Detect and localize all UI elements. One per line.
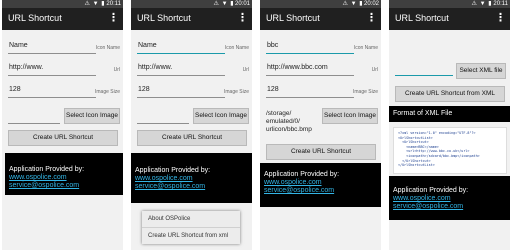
- xml-path-field[interactable]: [395, 62, 453, 76]
- xml-format-title: Format of XML File: [389, 106, 510, 122]
- status-icons: ⚠ ▼ ▮: [342, 1, 363, 7]
- icon-name-hint: Icon Name: [224, 45, 249, 51]
- status-time: 20:01: [234, 1, 250, 7]
- icon-name-hint: Icon Name: [95, 45, 120, 51]
- icon-path-field[interactable]: [137, 110, 189, 124]
- credits-label: Application Provided by:: [135, 167, 211, 174]
- action-bar: URL Shortcut ⋮: [2, 8, 123, 30]
- screen-4: ⚠ ▼ ▮ 20:11 URL Shortcut ⋮ Select XML fi…: [389, 0, 510, 250]
- url-field[interactable]: http://www.: [8, 62, 96, 76]
- select-icon-image-button[interactable]: Select Icon Image: [322, 108, 378, 124]
- app-title: URL Shortcut: [395, 13, 449, 23]
- icon-path-field[interactable]: [8, 110, 60, 124]
- url-hint: Url: [242, 67, 249, 73]
- overflow-menu-icon[interactable]: ⋮: [237, 11, 248, 24]
- icon-name-field[interactable]: Name: [137, 40, 225, 54]
- credits-box: Application Provided by: www.ospolice.co…: [131, 153, 252, 203]
- create-url-shortcut-button[interactable]: Create URL Shortcut: [137, 130, 247, 146]
- status-time: 20:11: [493, 1, 508, 7]
- url-hint: Url: [371, 67, 378, 73]
- overflow-menu-icon[interactable]: ⋮: [495, 11, 506, 24]
- status-time: 20:02: [363, 1, 379, 7]
- url-field[interactable]: http://www.bbc.com: [266, 62, 354, 76]
- credits-box: Application Provided by: www.ospolice.co…: [5, 153, 123, 195]
- action-bar: URL Shortcut ⋮: [131, 8, 252, 30]
- image-size-hint: Image Size: [223, 89, 249, 95]
- icon-name-hint: Icon Name: [353, 45, 378, 51]
- email-link[interactable]: service@ospolice.com: [393, 203, 510, 211]
- action-bar: URL Shortcut ⋮: [389, 8, 510, 30]
- app-title: URL Shortcut: [266, 13, 320, 23]
- credits-label: Application Provided by:: [393, 187, 469, 194]
- menu-item-about[interactable]: About OSPolice: [142, 211, 240, 228]
- url-hint: Url: [113, 67, 120, 73]
- select-xml-file-button[interactable]: Select XML file: [456, 63, 506, 79]
- status-icons: ⚠ ▼ ▮: [471, 1, 492, 7]
- email-link[interactable]: service@ospolice.com: [135, 183, 252, 191]
- screen-2: ⚠ ▼ ▮ 20:01 URL Shortcut ⋮ Name Icon Nam…: [131, 0, 252, 250]
- website-link[interactable]: www.ospolice.com: [135, 175, 252, 183]
- overflow-menu-icon[interactable]: ⋮: [366, 11, 377, 24]
- status-icons: ⚠ ▼ ▮: [84, 1, 105, 7]
- status-bar: ⚠ ▼ ▮ 20:11: [389, 0, 510, 8]
- email-link[interactable]: service@ospolice.com: [264, 187, 381, 195]
- icon-path-text: /storage/ emulated/0/ urlicon/bbc.bmp: [266, 110, 312, 133]
- website-link[interactable]: www.ospolice.com: [264, 179, 381, 187]
- status-icons: ⚠ ▼ ▮: [213, 1, 234, 7]
- icon-name-field[interactable]: Name: [8, 40, 96, 54]
- overflow-menu-icon[interactable]: ⋮: [108, 11, 119, 24]
- url-field[interactable]: http://www.: [137, 62, 225, 76]
- status-bar: ⚠ ▼ ▮ 20:01: [131, 0, 252, 8]
- image-size-field[interactable]: 128: [137, 84, 225, 98]
- overflow-menu: About OSPolice Create URL Shortcut from …: [142, 211, 240, 244]
- image-size-hint: Image Size: [352, 89, 378, 95]
- create-url-shortcut-button[interactable]: Create URL Shortcut: [8, 130, 118, 146]
- xml-format-example: <?xml version="1.0" encoding="UTF-8"?> <…: [393, 127, 507, 174]
- screen-1: ⚠ ▼ ▮ 20:11 URL Shortcut ⋮ Name Icon Nam…: [2, 0, 123, 250]
- icon-name-field[interactable]: bbc: [266, 40, 354, 54]
- screen-3: ⚠ ▼ ▮ 20:02 URL Shortcut ⋮ bbc Icon Name…: [260, 0, 381, 250]
- app-title: URL Shortcut: [137, 13, 191, 23]
- credits-label: Application Provided by:: [9, 166, 85, 173]
- select-icon-image-button[interactable]: Select Icon Image: [64, 108, 120, 124]
- image-size-field[interactable]: 128: [266, 84, 354, 98]
- app-title: URL Shortcut: [8, 13, 62, 23]
- credits-box: Application Provided by: www.ospolice.co…: [260, 163, 381, 207]
- credits-label: Application Provided by:: [264, 171, 340, 178]
- website-link[interactable]: www.ospolice.com: [393, 195, 510, 203]
- website-link[interactable]: www.ospolice.com: [9, 174, 119, 182]
- action-bar: URL Shortcut ⋮: [260, 8, 381, 30]
- email-link[interactable]: service@ospolice.com: [9, 182, 119, 190]
- create-url-shortcut-button[interactable]: Create URL Shortcut: [266, 144, 376, 160]
- credits-box: Application Provided by: www.ospolice.co…: [389, 176, 510, 220]
- create-from-xml-button[interactable]: Create URL Shortcut from XML: [395, 86, 505, 102]
- status-time: 20:11: [106, 1, 121, 7]
- image-size-hint: Image Size: [94, 89, 120, 95]
- image-size-field[interactable]: 128: [8, 84, 96, 98]
- status-bar: ⚠ ▼ ▮ 20:11: [2, 0, 123, 8]
- status-bar: ⚠ ▼ ▮ 20:02: [260, 0, 381, 8]
- menu-item-create-from-xml[interactable]: Create URL Shortcut from xml: [142, 228, 240, 244]
- select-icon-image-button[interactable]: Select Icon Image: [193, 108, 249, 124]
